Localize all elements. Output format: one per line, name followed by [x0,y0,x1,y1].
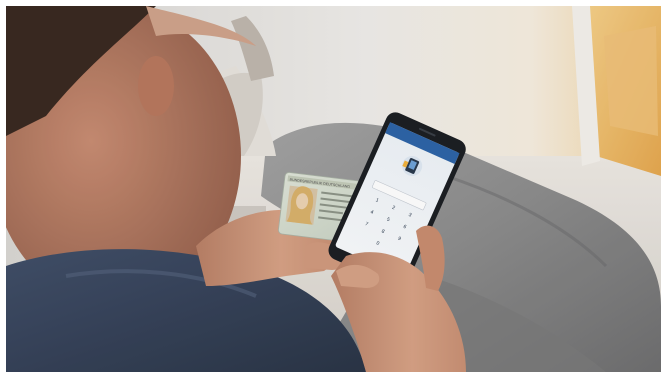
photo-scene: BUNDESREPUBLIK DEUTSCHLAND 1234567890 [6,6,661,372]
vignette [6,6,661,372]
photo-frame: BUNDESREPUBLIK DEUTSCHLAND 1234567 8 9 0 [6,6,661,372]
